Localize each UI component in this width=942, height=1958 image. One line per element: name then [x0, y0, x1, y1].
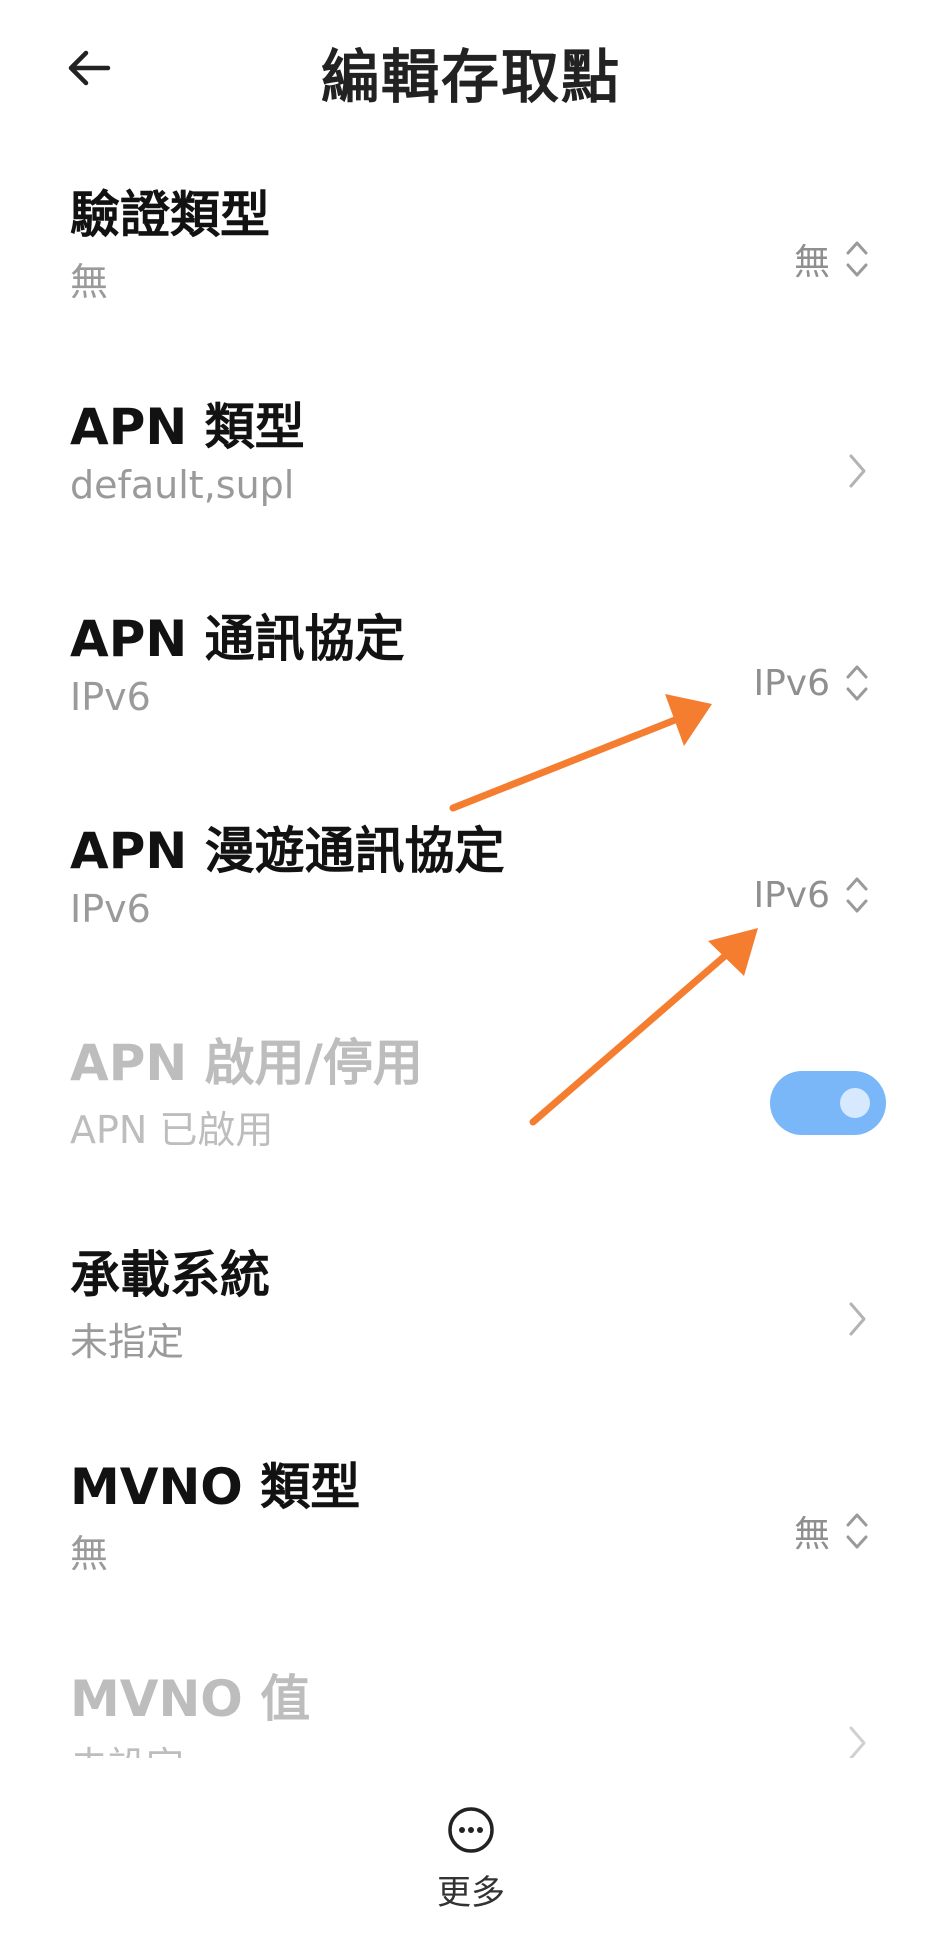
- up-down-icon: [846, 1513, 868, 1549]
- chevron-right-icon: [849, 1302, 866, 1336]
- mvno-type-selector[interactable]: 無: [794, 1501, 870, 1561]
- row-title: MVNO 類型: [70, 1458, 361, 1516]
- more-icon: [448, 1807, 494, 1853]
- apn-enable-row: APN 啟用/停用 APN 已啟用: [0, 993, 942, 1205]
- row-title: APN 啟用/停用: [70, 1034, 423, 1092]
- up-down-icon: [846, 241, 868, 277]
- apn-enable-toggle[interactable]: [770, 1071, 886, 1135]
- bearer-row[interactable]: 承載系統 未指定: [0, 1205, 942, 1417]
- row-title: 驗證類型: [70, 186, 270, 244]
- header: 編輯存取點: [0, 0, 942, 150]
- row-title: APN 通訊協定: [70, 610, 405, 668]
- row-title: MVNO 值: [70, 1670, 311, 1728]
- row-subtitle: default,supl: [70, 463, 295, 507]
- row-subtitle: 無: [70, 1532, 109, 1576]
- page-title: 編輯存取點: [320, 43, 621, 111]
- row-action: [844, 441, 870, 501]
- selected-value: 無: [793, 242, 830, 283]
- apn-protocol-row[interactable]: APN 通訊協定 IPv6 IPv6: [0, 569, 942, 781]
- row-subtitle: 無: [70, 260, 109, 304]
- auth-type-selector[interactable]: 無: [794, 229, 870, 289]
- apn-type-row[interactable]: APN 類型 default,supl: [0, 357, 942, 569]
- selected-value: IPv6: [753, 874, 830, 916]
- row-subtitle: IPv6: [70, 675, 151, 719]
- selected-value: IPv6: [753, 662, 830, 704]
- chevron-right-icon: [849, 454, 866, 488]
- up-down-icon: [846, 665, 868, 701]
- selected-value: 無: [793, 1514, 830, 1555]
- row-title: APN 漫遊通訊協定: [70, 822, 505, 880]
- row-subtitle: APN 已啟用: [70, 1108, 274, 1152]
- toggle-knob: [840, 1088, 870, 1118]
- row-subtitle: 未指定: [70, 1320, 185, 1364]
- more-label: 更多: [437, 1873, 505, 1913]
- row-title: APN 類型: [70, 398, 305, 456]
- mvno-type-row[interactable]: MVNO 類型 無 無: [0, 1417, 942, 1629]
- apn-protocol-selector[interactable]: IPv6: [753, 653, 870, 713]
- row-subtitle: IPv6: [70, 887, 151, 931]
- auth-type-row[interactable]: 驗證類型 無 無: [0, 145, 942, 357]
- row-action: [844, 1289, 870, 1349]
- apn-roaming-protocol-row[interactable]: APN 漫遊通訊協定 IPv6 IPv6: [0, 781, 942, 993]
- apn-roaming-protocol-selector[interactable]: IPv6: [753, 865, 870, 925]
- row-title: 承載系統: [70, 1246, 270, 1304]
- more-button[interactable]: 更多: [421, 1805, 521, 1915]
- up-down-icon: [846, 877, 868, 913]
